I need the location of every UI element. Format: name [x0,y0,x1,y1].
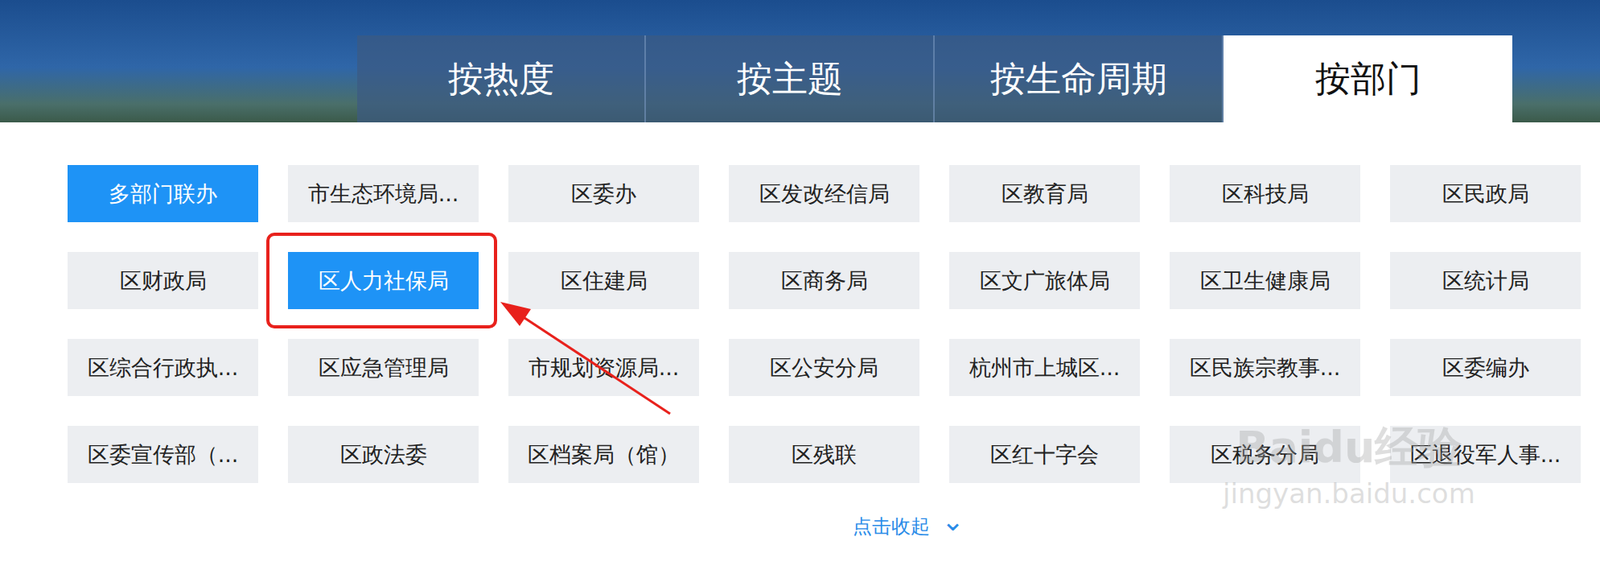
department-button[interactable]: 区统计局 [1390,251,1581,309]
watermark: Baidu经验 jingyan.baidu.com [1222,418,1476,510]
department-button[interactable]: 区财政局 [67,251,259,309]
chevron-down-icon: ⌄ [941,506,965,535]
department-button[interactable]: 区残联 [728,425,920,483]
department-button[interactable]: 区发改经信局 [728,164,920,223]
department-button[interactable]: 区退役军人事... [1390,425,1581,483]
banner: 按热度按主题按生命周期按部门 [0,0,1600,123]
department-button[interactable]: 区文广旅体局 [949,251,1140,309]
department-button[interactable]: 区综合行政执... [67,338,259,396]
department-button[interactable]: 区政法委 [287,425,479,483]
department-button[interactable]: 区税务分局 [1169,425,1361,483]
tab[interactable]: 按热度 [357,35,646,123]
department-button[interactable]: 区民族宗教事... [1169,338,1361,396]
department-button[interactable]: 区公安分局 [728,338,920,396]
department-button[interactable]: 杭州市上城区... [949,338,1140,396]
page: 按热度按主题按生命周期按部门 多部门联办市生态环境局... 区委办区发改经信局区教… [0,0,1600,578]
tab-bar: 按热度按主题按生命周期按部门 [357,35,1513,123]
tab[interactable]: 按主题 [645,35,935,123]
tab[interactable]: 按部门 [1223,35,1513,123]
department-button[interactable]: 区应急管理局 [287,338,479,396]
department-button[interactable]: 多部门联办 [67,164,259,223]
annotation-overlay [0,0,1600,578]
department-button[interactable]: 区民政局 [1390,164,1581,223]
department-button[interactable]: 区卫生健康局 [1169,251,1361,309]
department-button[interactable]: 区商务局 [728,251,920,309]
highlight-box [267,234,496,327]
collapse-button[interactable]: 点击收起 ⌄ [0,513,1600,539]
department-button[interactable]: 区委办 [508,164,700,223]
arrow-head-icon [500,301,531,326]
department-button[interactable]: 市生态环境局... [287,164,479,223]
department-button[interactable]: 区档案局（馆） [508,425,700,483]
collapse-label: 点击收起 [852,513,930,539]
department-button[interactable]: 区人力社保局 [287,251,479,309]
arrow-line [514,311,671,414]
department-button[interactable]: 区教育局 [949,164,1140,223]
tab[interactable]: 按生命周期 [934,35,1224,123]
department-button[interactable]: 区住建局 [508,251,700,309]
department-button[interactable]: 区红十字会 [949,425,1140,483]
department-button[interactable]: 区科技局 [1169,164,1361,223]
department-grid: 多部门联办市生态环境局...区委办区发改经信局区教育局区科技局区民政局区财政局区… [0,122,1600,483]
department-button[interactable]: 市规划资源局... [508,338,700,396]
department-button[interactable]: 区委编办 [1390,338,1581,396]
department-button[interactable]: 区委宣传部（... [67,425,259,483]
